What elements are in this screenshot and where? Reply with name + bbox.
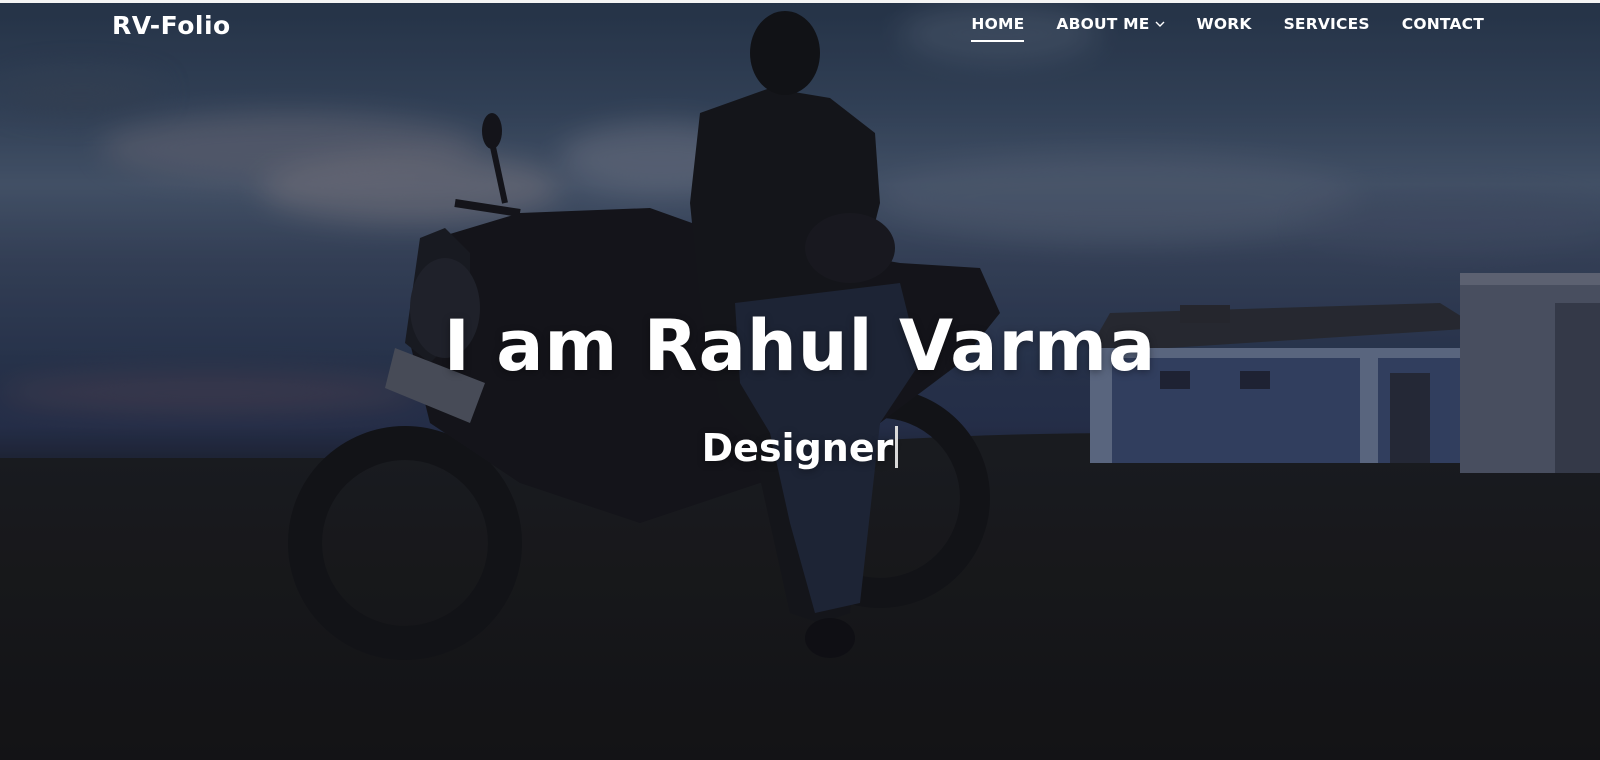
nav-item-label: HOME — [971, 15, 1025, 33]
nav-item-home[interactable]: HOME — [971, 15, 1025, 42]
nav-item-contact[interactable]: CONTACT — [1402, 15, 1484, 35]
nav-item-label: CONTACT — [1401, 15, 1484, 33]
nav-item-label: ABOUT ME — [1056, 15, 1150, 33]
navbar: RV-Folio HOME ABOUT ME WORK SERVICES CON… — [0, 3, 1600, 47]
hero-headline: I am Rahul Varma — [443, 305, 1157, 387]
typing-cursor — [895, 426, 899, 468]
hero-section: RV-Folio HOME ABOUT ME WORK SERVICES CON… — [0, 0, 1600, 760]
chevron-down-icon — [1155, 21, 1165, 27]
nav-item-work[interactable]: WORK — [1197, 15, 1252, 35]
hero-typed-text: Designer — [0, 426, 1600, 470]
nav-item-label: SERVICES — [1283, 15, 1370, 33]
brand-logo[interactable]: RV-Folio — [112, 11, 231, 40]
nav-menu: HOME ABOUT ME WORK SERVICES CONTACT — [971, 15, 1484, 42]
nav-item-label: WORK — [1196, 15, 1252, 33]
nav-item-services[interactable]: SERVICES — [1284, 15, 1370, 35]
typed-role: Designer — [701, 426, 894, 470]
nav-item-about-me[interactable]: ABOUT ME — [1056, 15, 1165, 35]
